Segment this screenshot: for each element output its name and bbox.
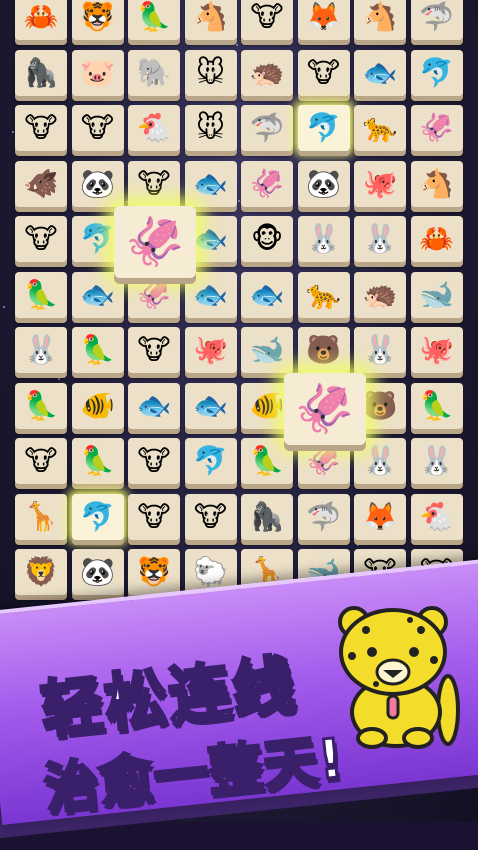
tile-chicken[interactable]: 🐔 [128,105,180,151]
tile-dolphin[interactable]: 🐬 [297,105,350,151]
tile-leopard[interactable]: 🐆 [297,271,350,318]
tile-dolphin[interactable]: 🐬 [410,49,463,96]
tile-gorilla[interactable]: 🦍 [15,49,67,96]
tile-cow[interactable]: 🐮 [241,0,293,40]
leopard-mascot-icon [338,606,460,749]
tile-orca[interactable]: 🐋 [410,271,463,318]
tile-gorilla[interactable]: 🦍 [241,493,293,540]
tile-cow[interactable]: 🐮 [297,49,350,96]
tile-fish[interactable]: 🐟 [241,271,293,318]
tile-fish[interactable]: 🐟 [71,271,124,318]
tile-giraffe[interactable]: 🦒 [15,493,67,540]
tile-octopus[interactable]: 🐙 [354,160,406,207]
tile-cow[interactable]: 🐮 [128,493,180,540]
tile-rabbit[interactable]: 🐰 [354,327,406,373]
tile-horse[interactable]: 🐴 [184,0,237,40]
tile-crab[interactable]: 🦀 [410,216,463,262]
tile-cow[interactable]: 🐮 [128,438,180,484]
tile-fish[interactable]: 🐟 [184,160,237,207]
tile-mouse[interactable]: 🐭 [184,49,237,96]
tile-hedgehog[interactable]: 🦔 [354,271,406,318]
tile-boar[interactable]: 🐗 [15,160,67,207]
tile-cow[interactable]: 🐮 [15,216,67,262]
tile-rabbit[interactable]: 🐰 [410,438,463,484]
tile-hedgehog[interactable]: 🦔 [241,49,293,96]
tile-monkey[interactable]: 🐵 [241,216,293,262]
tile-panda[interactable]: 🐼 [71,549,124,595]
tile-rabbit[interactable]: 🐰 [354,438,406,484]
tile-dolphin[interactable]: 🐬 [184,438,237,484]
tile-rabbit[interactable]: 🐰 [15,327,67,373]
tile-lion[interactable]: 🦁 [15,549,67,595]
tile-crab[interactable]: 🦀 [15,0,67,40]
tile-bird[interactable]: 🦜 [410,382,463,429]
tile-cow[interactable]: 🐮 [128,327,180,373]
selected-tile-squid[interactable]: 🦑 [114,206,196,278]
tile-fish[interactable]: 🐟 [354,49,406,96]
tile-tiger[interactable]: 🐯 [71,0,124,40]
tile-bird[interactable]: 🦜 [15,271,67,318]
tile-mouse[interactable]: 🐭 [184,105,237,151]
game-board: 🦀🐯🦜🐴🐮🦊🐴🦈🦍🐷🐘🐭🦔🐮🐟🐬🐮🐮🐔🐭🦈🐬🐆🦑🐗🐼🐮🐟🦑🐼🐙🐴🐮🐬🦍🐟🐵🐰🐰🦀… [0,0,478,651]
tile-fox[interactable]: 🦊 [354,493,406,540]
tile-rabbit[interactable]: 🐰 [297,216,350,262]
tile-squid[interactable]: 🦑 [128,271,180,318]
tile-cow[interactable]: 🐮 [15,105,67,151]
tile-bear[interactable]: 🐻 [297,327,350,373]
tile-bird[interactable]: 🦜 [15,382,67,429]
tile-squid[interactable]: 🦑 [410,105,463,151]
tile-fish[interactable]: 🐟 [184,271,237,318]
tile-squid[interactable]: 🦑 [241,160,293,207]
tile-tiger[interactable]: 🐯 [128,549,180,595]
tile-panda[interactable]: 🐼 [71,160,124,207]
tile-chicken[interactable]: 🐔 [410,493,463,540]
tile-shark[interactable]: 🦈 [410,0,463,40]
tile-angelfish[interactable]: 🐠 [71,382,124,429]
selected-tile-squid[interactable]: 🦑 [283,372,366,445]
tile-cow[interactable]: 🐮 [128,160,180,207]
tile-cow[interactable]: 🐮 [184,493,237,540]
tile-bird[interactable]: 🦜 [71,438,124,484]
tile-elephant[interactable]: 🐘 [128,49,180,96]
tile-fox[interactable]: 🦊 [297,0,350,40]
tile-shark[interactable]: 🦈 [297,493,350,540]
tile-octopus[interactable]: 🐙 [410,327,463,373]
tile-dolphin[interactable]: 🐬 [71,493,124,540]
tile-squid[interactable]: 🦑 [297,438,350,484]
tile-orca[interactable]: 🐋 [241,327,293,373]
tile-cow[interactable]: 🐮 [15,438,67,484]
tile-bird[interactable]: 🦜 [241,438,293,484]
tile-panda[interactable]: 🐼 [297,160,350,207]
tile-octopus[interactable]: 🐙 [184,327,237,373]
tile-bird[interactable]: 🦜 [71,327,124,373]
tile-fish[interactable]: 🐟 [184,382,237,429]
tile-rabbit[interactable]: 🐰 [354,216,406,262]
tile-shark[interactable]: 🦈 [241,105,293,151]
tile-horse[interactable]: 🐴 [410,160,463,207]
tile-fish[interactable]: 🐟 [128,382,180,429]
tile-bird[interactable]: 🦜 [128,0,180,40]
tile-cow[interactable]: 🐮 [71,105,124,151]
tile-pig[interactable]: 🐷 [71,49,124,96]
tile-leopard[interactable]: 🐆 [354,105,406,151]
tile-horse[interactable]: 🐴 [354,0,406,40]
